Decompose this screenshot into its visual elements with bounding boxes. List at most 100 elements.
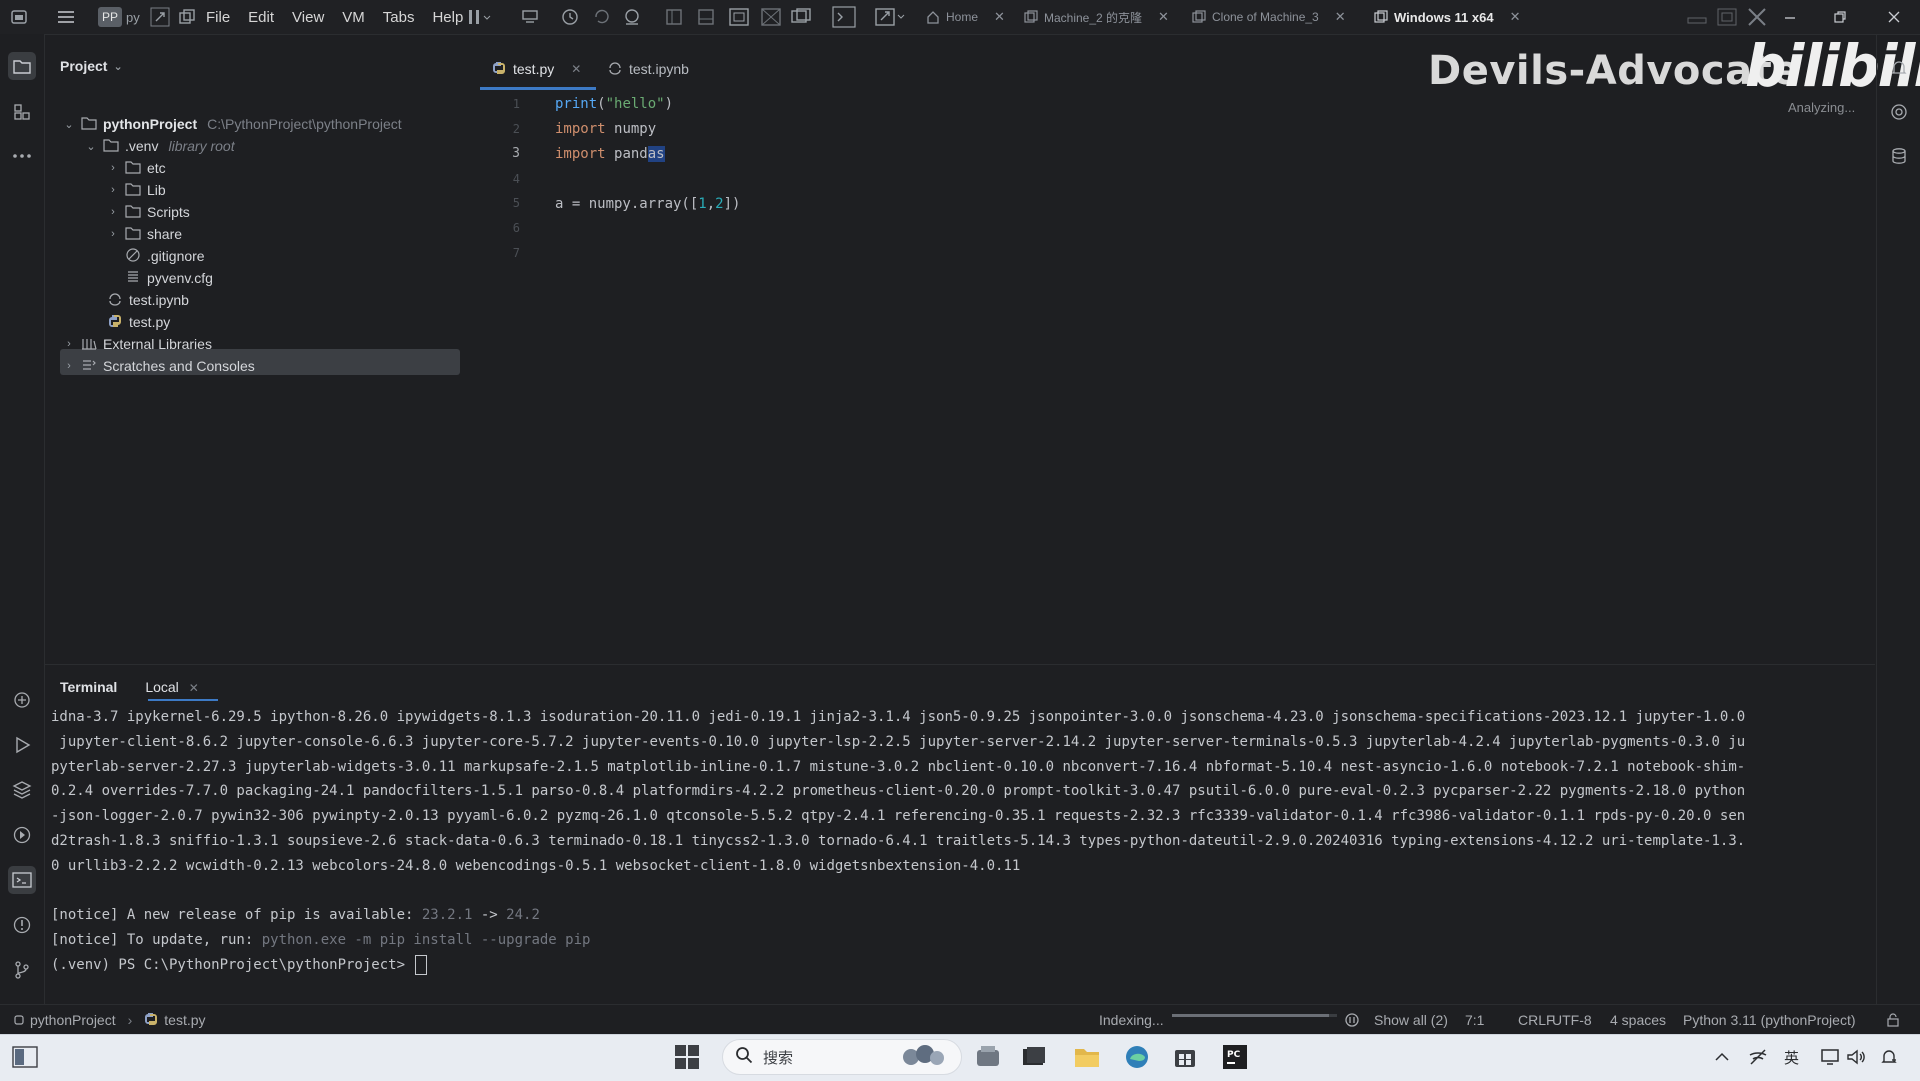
- notifications-icon[interactable]: [1885, 54, 1913, 82]
- network-off-icon[interactable]: [1748, 1042, 1768, 1072]
- file-encoding[interactable]: UTF-8: [1552, 1005, 1592, 1035]
- vm-tab-home[interactable]: Home ✕: [920, 4, 1011, 30]
- ime-indicator[interactable]: 英: [1784, 1042, 1799, 1072]
- terminal-output[interactable]: idna-3.7 ipykernel-6.29.5 ipython-8.26.0…: [51, 705, 1871, 978]
- indent-setting[interactable]: 4 spaces: [1610, 1005, 1666, 1035]
- file-explorer-icon[interactable]: [1072, 1042, 1102, 1072]
- unity-icon[interactable]: [760, 0, 782, 34]
- stretch-icon[interactable]: [874, 0, 906, 34]
- window-icon[interactable]: [178, 0, 196, 34]
- line-number: 5: [512, 196, 520, 210]
- chevron-right-icon[interactable]: ›: [63, 360, 75, 372]
- store-icon[interactable]: [1170, 1042, 1200, 1072]
- minimize-overlay-icon[interactable]: [1686, 0, 1708, 34]
- close-overlay-icon[interactable]: [1746, 0, 1768, 34]
- git-icon[interactable]: [8, 956, 36, 984]
- project-tool-icon[interactable]: [8, 52, 36, 80]
- menu-tabs[interactable]: Tabs: [383, 9, 415, 26]
- notification-bell-icon[interactable]: [1880, 1042, 1898, 1072]
- window-minimize-icon[interactable]: [1782, 0, 1798, 34]
- window-restore-icon[interactable]: [1832, 0, 1848, 34]
- chevron-right-icon: ›: [127, 1012, 133, 1028]
- close-icon[interactable]: ✕: [1158, 9, 1169, 25]
- chevron-right-icon[interactable]: ›: [63, 338, 75, 350]
- hamburger-menu-icon[interactable]: [56, 0, 76, 34]
- restore-overlay-icon[interactable]: [1716, 0, 1738, 34]
- lock-icon[interactable]: [1885, 1005, 1901, 1035]
- left-tool-strip: [0, 34, 45, 1004]
- terminal-app-icon[interactable]: [1019, 1042, 1049, 1072]
- view-bottom-icon[interactable]: [696, 0, 716, 34]
- python-interpreter[interactable]: Python 3.11 (pythonProject): [1683, 1005, 1856, 1035]
- chevron-right-icon[interactable]: ›: [107, 184, 119, 196]
- chevron-down-icon[interactable]: ⌄: [63, 118, 75, 131]
- vm-tab-machine-2-clone[interactable]: Machine_2 的克隆 ✕: [1018, 4, 1175, 30]
- close-icon[interactable]: ✕: [571, 62, 581, 76]
- console-view-icon[interactable]: [790, 0, 812, 34]
- close-icon[interactable]: ✕: [994, 9, 1005, 25]
- close-icon[interactable]: ✕: [1335, 9, 1346, 25]
- code-line-1: print("hello"): [555, 96, 674, 112]
- pause-icon[interactable]: [466, 0, 492, 34]
- pycharm-icon[interactable]: PC: [1220, 1042, 1250, 1072]
- vm-tab-clone-of-machine-3[interactable]: Clone of Machine_3 ✕: [1186, 4, 1352, 30]
- editor-tab-test-py[interactable]: test.py ✕: [492, 54, 581, 84]
- caret-position[interactable]: 7:1: [1465, 1005, 1484, 1035]
- chevron-right-icon[interactable]: ›: [107, 162, 119, 174]
- services-icon[interactable]: [8, 821, 36, 849]
- close-icon[interactable]: ✕: [1510, 9, 1521, 25]
- active-tab-indicator: [480, 87, 596, 90]
- warnings-icon[interactable]: [1344, 1005, 1360, 1035]
- menu-vm[interactable]: VM: [342, 9, 365, 26]
- view-split-icon[interactable]: [664, 0, 684, 34]
- menu-edit[interactable]: Edit: [248, 9, 274, 26]
- problems-icon[interactable]: [8, 911, 36, 939]
- project-panel-header[interactable]: Project ⌄: [60, 58, 123, 74]
- terminal-prompt[interactable]: (.venv) PS C:\PythonProject\pythonProjec…: [51, 953, 1871, 978]
- terminal-tool-icon[interactable]: [8, 866, 36, 894]
- vm-app-icon[interactable]: [10, 0, 28, 34]
- tree-item-label: pyvenv.cfg: [147, 270, 213, 286]
- snapshot-manager-icon[interactable]: [622, 0, 642, 34]
- more-tools-icon[interactable]: [8, 142, 36, 170]
- breadcrumb-project[interactable]: pythonProject: [30, 1012, 116, 1028]
- structure-tool-icon[interactable]: [8, 98, 36, 126]
- show-hidden-icons[interactable]: [1714, 1042, 1730, 1072]
- python-packages-icon[interactable]: [8, 686, 36, 714]
- tree-item-scratches[interactable]: › Scratches and Consoles: [63, 353, 255, 379]
- snapshot-icon[interactable]: [560, 0, 580, 34]
- close-icon[interactable]: ✕: [189, 681, 199, 695]
- terminal-line: 0 urllib3-2.2.2 wcwidth-0.2.13 webcolors…: [51, 857, 1021, 874]
- start-icon[interactable]: [672, 1042, 702, 1072]
- menu-view[interactable]: View: [292, 9, 324, 26]
- menu-help[interactable]: Help: [432, 9, 463, 26]
- window-close-icon[interactable]: [1886, 0, 1902, 34]
- widgets-icon[interactable]: [10, 1042, 40, 1072]
- line-number: 7: [512, 246, 520, 260]
- chevron-down-icon[interactable]: ⌄: [85, 140, 97, 153]
- revert-snapshot-icon[interactable]: [592, 0, 612, 34]
- edge-icon[interactable]: [1122, 1042, 1152, 1072]
- chevron-right-icon[interactable]: ›: [107, 206, 119, 218]
- menu-file[interactable]: File: [206, 9, 230, 26]
- volume-icon[interactable]: [1846, 1042, 1866, 1072]
- send-keys-icon[interactable]: [520, 0, 540, 34]
- pin-icon[interactable]: [150, 0, 170, 34]
- breadcrumb-file[interactable]: test.py: [164, 1012, 205, 1028]
- terminal-tab-local[interactable]: Local ✕: [145, 679, 199, 695]
- user-badge[interactable]: PP py: [98, 0, 140, 34]
- ai-assistant-icon[interactable]: [1885, 98, 1913, 126]
- database-icon[interactable]: [1885, 142, 1913, 170]
- show-all-button[interactable]: Show all (2): [1374, 1005, 1448, 1035]
- line-separator[interactable]: CRLF: [1518, 1005, 1555, 1035]
- taskbar-search[interactable]: 搜索: [722, 1039, 962, 1075]
- run-icon[interactable]: [8, 731, 36, 759]
- display-icon[interactable]: [1820, 1042, 1840, 1072]
- vm-tab-windows-11[interactable]: Windows 11 x64 ✕: [1368, 4, 1527, 30]
- layers-icon[interactable]: [8, 776, 36, 804]
- fullscreen-icon[interactable]: [728, 0, 750, 34]
- app-icon-1[interactable]: [973, 1042, 1003, 1072]
- editor-tab-test-ipynb[interactable]: test.ipynb: [608, 54, 689, 84]
- chevron-right-icon[interactable]: ›: [107, 228, 119, 240]
- terminal-view-icon[interactable]: [832, 0, 856, 34]
